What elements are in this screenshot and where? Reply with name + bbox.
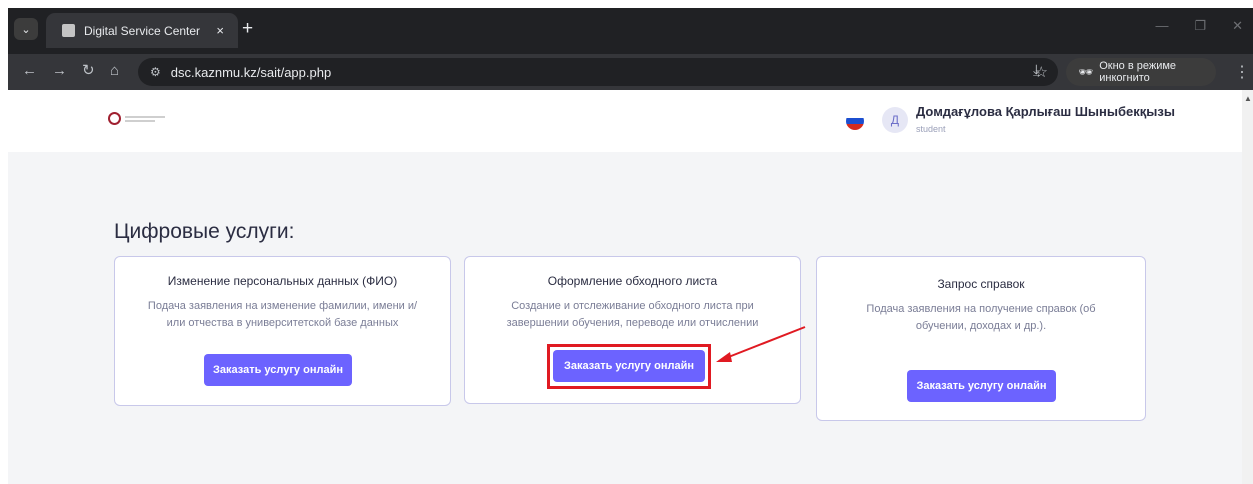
tab-close-icon[interactable]: ×: [216, 23, 224, 38]
tab-bar: ⌄ Digital Service Center × + — ❐ ✕: [8, 8, 1253, 54]
minimize-icon[interactable]: —: [1155, 18, 1168, 34]
window-controls: — ❐ ✕: [1155, 18, 1243, 34]
new-tab-icon[interactable]: +: [242, 19, 253, 39]
tab-search-icon[interactable]: ⌄: [14, 18, 38, 40]
forward-icon[interactable]: →: [52, 62, 67, 80]
favicon-icon: [62, 24, 75, 37]
browser-toolbar: ← → ↻ ⌂ ⚙ dsc.kaznmu.kz/sait/app.php ☆ ⤓…: [8, 54, 1253, 90]
scrollbar[interactable]: [1242, 90, 1253, 484]
browser-menu-icon[interactable]: ⋮: [1234, 62, 1250, 82]
arrow-head: [716, 352, 732, 362]
home-icon[interactable]: ⌂: [110, 62, 119, 80]
incognito-icon: 🕶: [1078, 65, 1094, 79]
arrow-line: [725, 326, 806, 359]
browser-window: ⌄ Digital Service Center × + — ❐ ✕ ← → ↻…: [8, 8, 1253, 484]
scroll-up-icon[interactable]: ▲: [1244, 94, 1252, 103]
reload-icon[interactable]: ↻: [82, 62, 95, 80]
incognito-indicator[interactable]: 🕶 Окно в режиме инкогнито: [1066, 58, 1216, 86]
close-window-icon[interactable]: ✕: [1232, 18, 1243, 34]
url-text: dsc.kaznmu.kz/sait/app.php: [170, 64, 332, 80]
incognito-label: Окно в режиме инкогнито: [1099, 60, 1177, 84]
address-bar[interactable]: ⚙ dsc.kaznmu.kz/sait/app.php ☆: [138, 58, 1058, 86]
page-content: Д Домдағұлова Қарлығаш Шыныбекқызы stude…: [8, 90, 1242, 484]
browser-tab[interactable]: Digital Service Center ×: [46, 13, 238, 48]
screenshot-frame: ⌄ Digital Service Center × + — ❐ ✕ ← → ↻…: [0, 0, 1253, 484]
maximize-icon[interactable]: ❐: [1194, 18, 1206, 34]
site-info-icon[interactable]: ⚙: [150, 65, 161, 79]
back-icon[interactable]: ←: [22, 62, 37, 80]
annotation-arrow: [716, 326, 806, 362]
tab-title: Digital Service Center: [84, 23, 201, 38]
download-icon[interactable]: ⤓: [1033, 62, 1040, 79]
